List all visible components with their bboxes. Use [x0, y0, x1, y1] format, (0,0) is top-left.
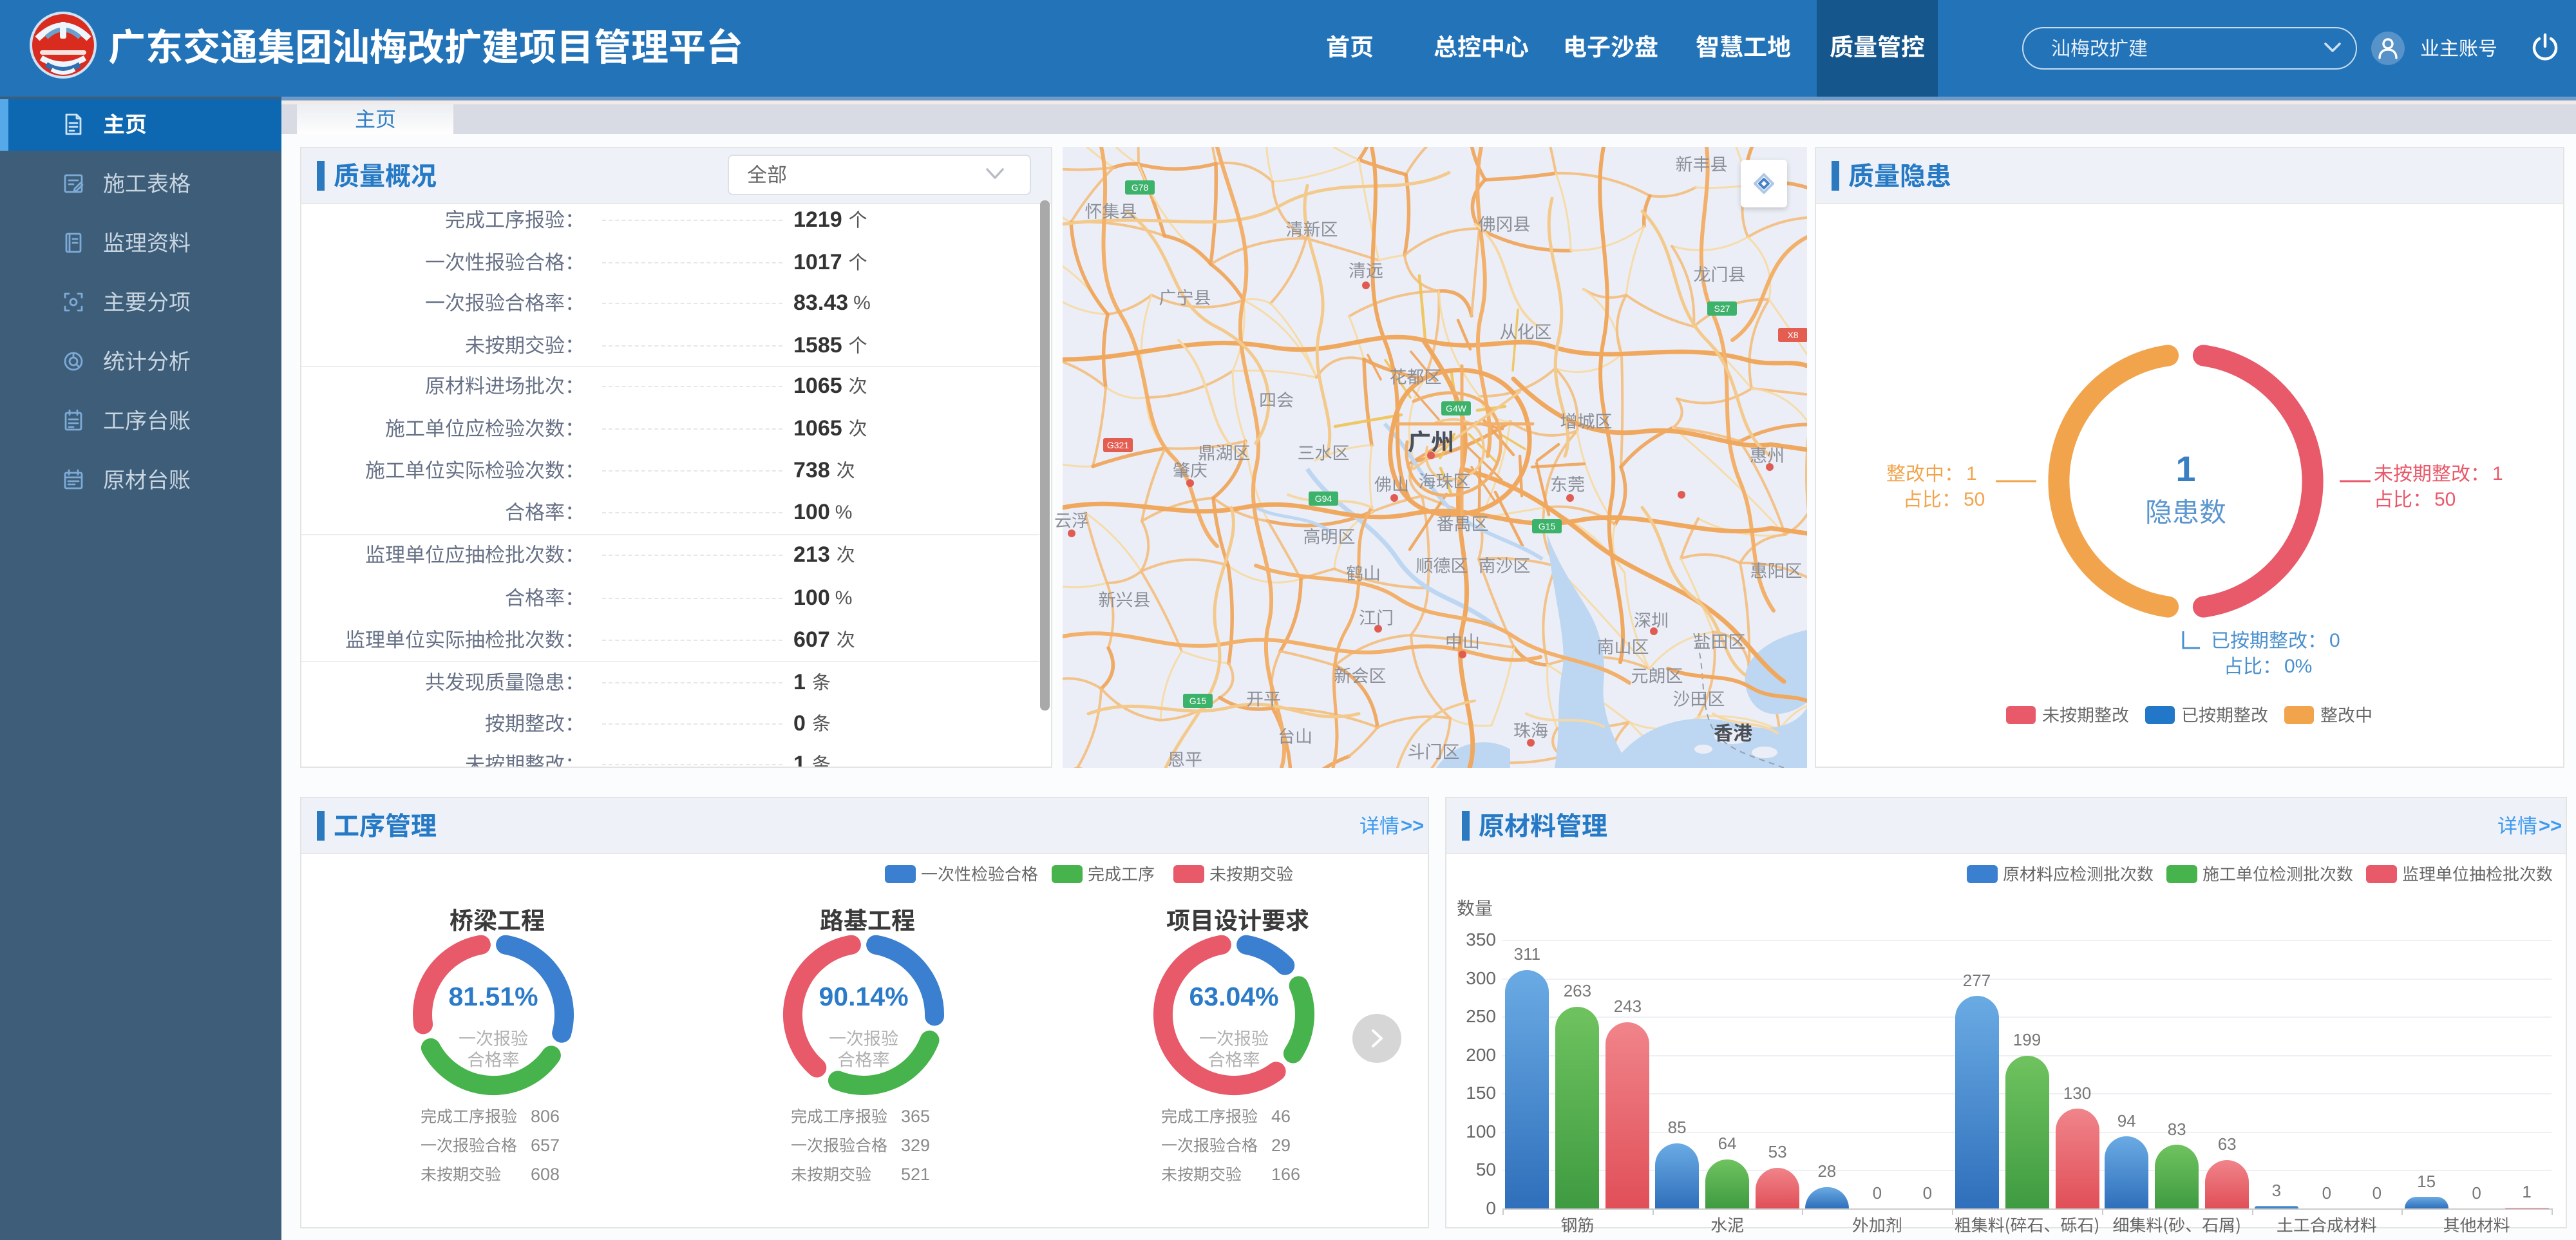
svg-text:G15: G15 — [1189, 696, 1207, 706]
svg-text:G15: G15 — [1539, 521, 1556, 531]
svg-text:S27: S27 — [1714, 303, 1730, 314]
svg-text:G4W: G4W — [1446, 403, 1467, 414]
svg-text:G78: G78 — [1132, 182, 1149, 193]
svg-text:X8: X8 — [1787, 330, 1798, 340]
svg-text:G321: G321 — [1107, 440, 1129, 450]
svg-text:G94: G94 — [1315, 493, 1332, 504]
